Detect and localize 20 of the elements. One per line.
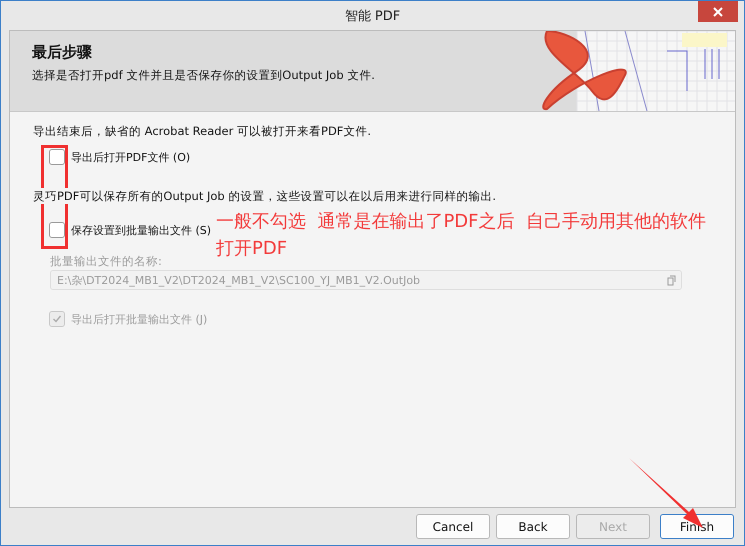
- step-title: 最后步骤: [32, 43, 93, 62]
- field-label: 批量输出文件的名称:: [50, 253, 162, 269]
- checkbox[interactable]: [49, 222, 65, 238]
- copy-icon: [666, 274, 677, 286]
- checkbox[interactable]: [49, 149, 65, 165]
- wizard-button[interactable]: Finish: [660, 514, 734, 539]
- check-icon: [52, 314, 62, 324]
- window-title: 智能 PDF: [344, 8, 400, 24]
- checkbox-label: 保存设置到批量输出文件 (S): [71, 222, 212, 238]
- step-subtitle: 选择是否打开pdf 文件并且是否保存你的设置到Output Job 文件.: [32, 68, 375, 83]
- checkbox-label: 导出后打开批量输出文件 (J): [71, 312, 208, 326]
- wizard-button[interactable]: Cancel: [416, 514, 490, 539]
- checkbox-label: 导出后打开PDF文件 (O): [71, 150, 190, 164]
- annotation-text: 一般不勾选 通常是在输出了PDF之后 自己手动用其他的软件打开PDF: [216, 210, 707, 261]
- close-button[interactable]: [698, 1, 738, 22]
- description-text: 导出结束后，缺省的 Acrobat Reader 可以被打开来看PDF文件.: [33, 123, 372, 139]
- description-text: 灵巧PDF可以保存所有的Output Job 的设置，这些设置可以在以后用来进行同样的输出.: [33, 188, 496, 204]
- wizard-button[interactable]: Back: [496, 514, 570, 539]
- field-value: E:\杂\DT2024_MB1_V2\DT2024_MB1_V2\SC100_YJ_MB1_V2.OutJob: [57, 272, 420, 288]
- close-icon: [713, 6, 723, 16]
